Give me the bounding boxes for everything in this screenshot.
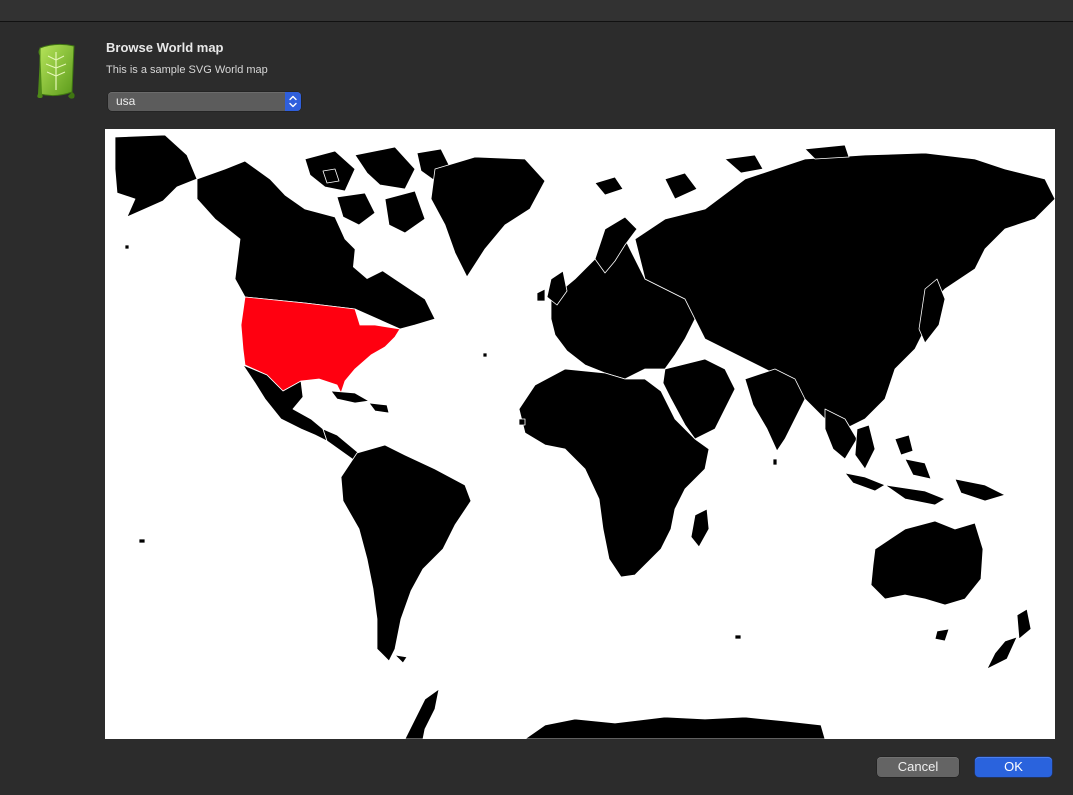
map-region-greenland (430, 156, 546, 278)
dialog-window: Browse World map This is a sample SVG Wo… (0, 0, 1073, 795)
map-region-alaska (114, 134, 198, 218)
dialog-title: Browse World map (106, 40, 224, 55)
map-region-madagascar (690, 508, 710, 548)
country-select-value: usa (116, 94, 136, 108)
map-region-antarctica (524, 716, 826, 739)
cancel-button[interactable]: Cancel (877, 757, 959, 777)
map-region-iceland (594, 176, 624, 196)
green-scroll-icon (34, 42, 78, 100)
dialog-subtitle: This is a sample SVG World map (106, 64, 268, 76)
country-select[interactable]: usa (108, 92, 301, 111)
map-region-new-zealand (1016, 608, 1032, 640)
map-region-india (744, 368, 806, 452)
world-map[interactable] (105, 129, 1055, 739)
map-region-australia (870, 520, 984, 606)
map-region-south-america (340, 444, 472, 662)
chevron-up-down-icon[interactable] (285, 92, 301, 111)
ok-button[interactable]: OK (975, 757, 1052, 777)
title-bar[interactable] (0, 0, 1073, 22)
